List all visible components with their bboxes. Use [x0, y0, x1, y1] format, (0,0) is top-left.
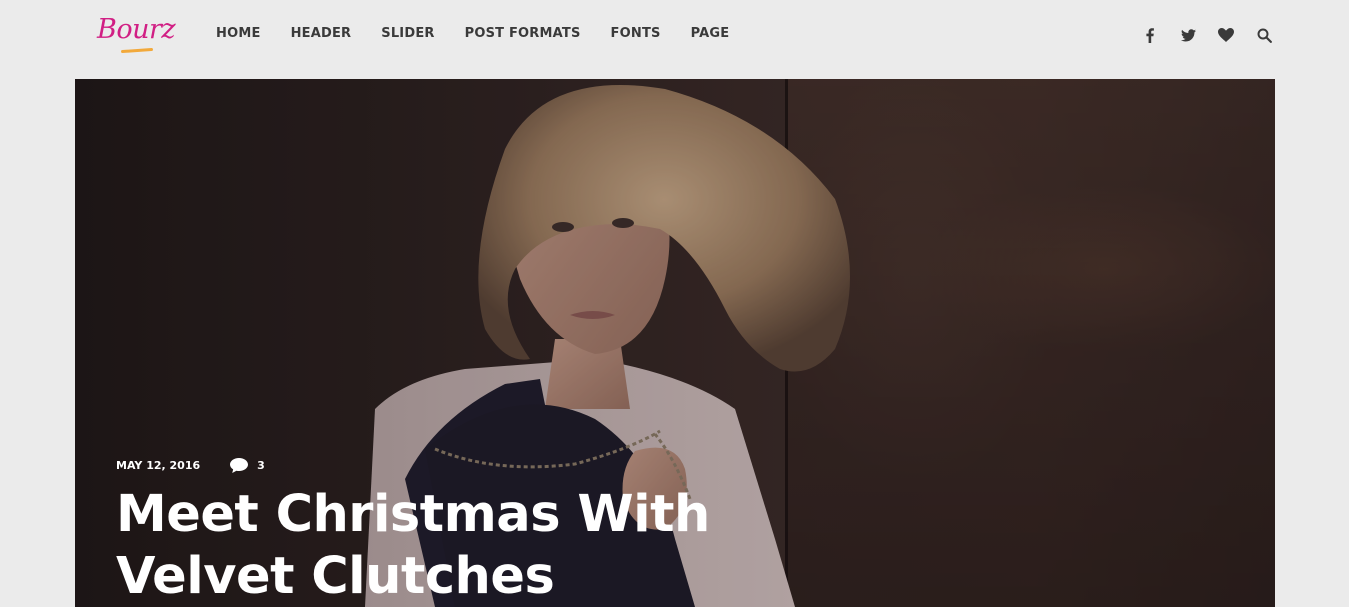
logo-underline: [120, 47, 154, 54]
post-title-line1: Meet Christmas With: [116, 485, 710, 544]
post-title-line2: Velvet Clutches: [116, 547, 555, 606]
nav-item-slider[interactable]: SLIDER: [381, 26, 434, 41]
nav-item-page[interactable]: PAGE: [691, 26, 730, 41]
comment-icon: [230, 458, 249, 473]
featured-post-slide[interactable]: MAY 12, 2016 3 Meet Christmas With Velve…: [75, 79, 1275, 607]
site-logo[interactable]: Bourz: [95, 10, 180, 58]
twitter-icon[interactable]: [1176, 24, 1200, 46]
post-title[interactable]: Meet Christmas With Velvet Clutches: [116, 484, 816, 607]
nav-item-post-formats[interactable]: POST FORMATS: [465, 26, 581, 41]
main-nav: HOME HEADER SLIDER POST FORMATS FONTS PA…: [216, 26, 759, 41]
social-links: [1124, 24, 1276, 46]
search-icon[interactable]: [1252, 24, 1276, 46]
nav-item-header[interactable]: HEADER: [291, 26, 352, 41]
site-header: Bourz HOME HEADER SLIDER POST FORMATS FO…: [0, 0, 1349, 79]
comment-count: 3: [257, 459, 265, 472]
post-meta: MAY 12, 2016 3: [116, 458, 265, 473]
logo-text: Bourz: [97, 14, 176, 45]
heart-icon[interactable]: [1214, 24, 1238, 46]
post-date: MAY 12, 2016: [116, 459, 201, 472]
nav-item-fonts[interactable]: FONTS: [611, 26, 661, 41]
facebook-icon[interactable]: [1138, 24, 1162, 46]
comment-count-link[interactable]: 3: [230, 458, 265, 473]
nav-item-home[interactable]: HOME: [216, 26, 261, 41]
